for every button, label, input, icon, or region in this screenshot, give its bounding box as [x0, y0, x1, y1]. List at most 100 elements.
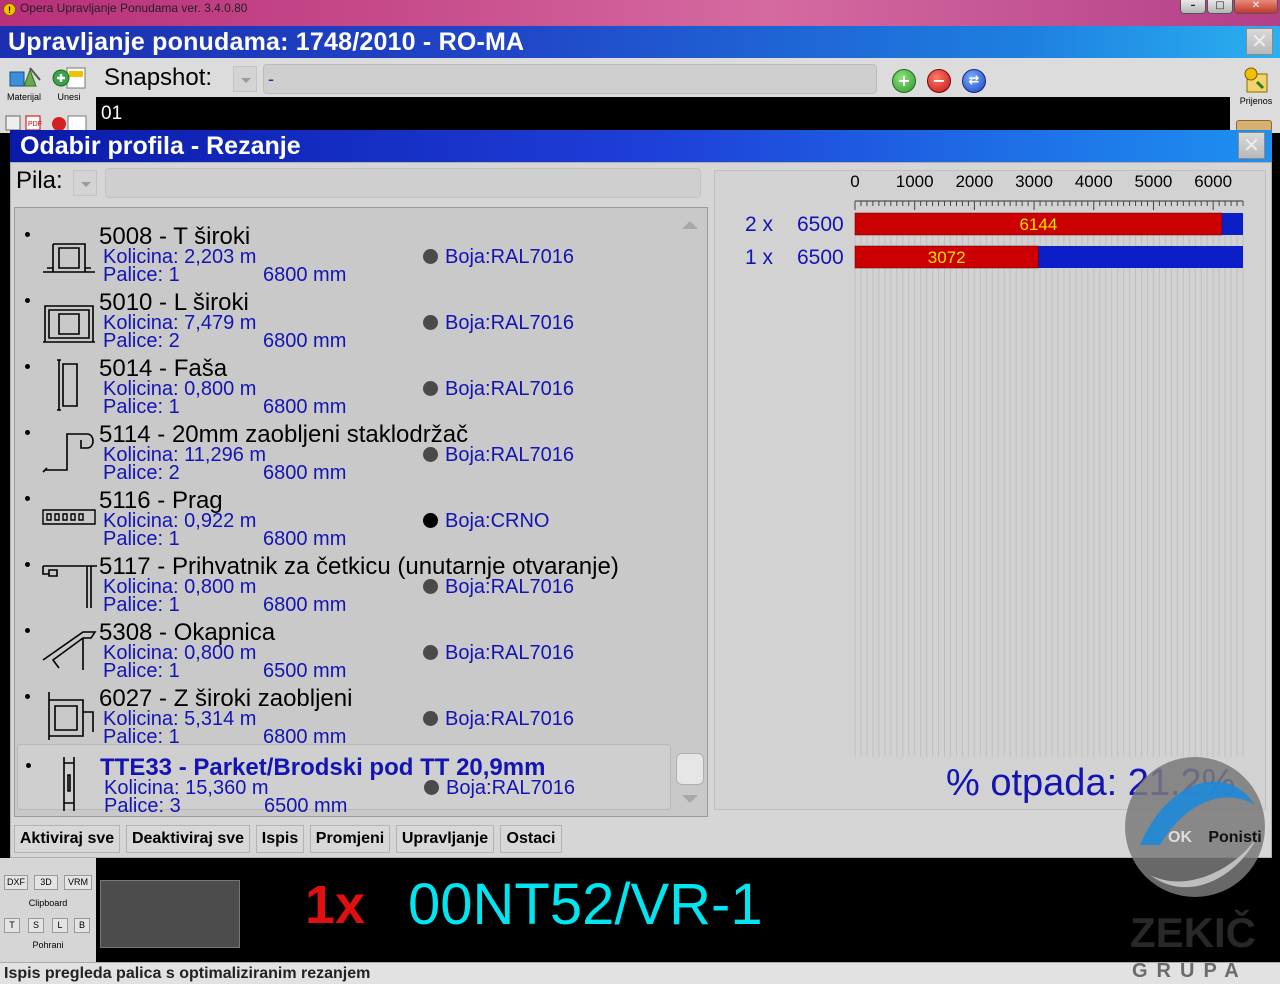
s-button[interactable]: S — [28, 918, 44, 933]
threshold-profile-icon — [42, 509, 96, 525]
clipboard-label: Clipboard — [28, 898, 68, 908]
color-swatch — [423, 579, 438, 594]
list-bullet — [25, 430, 30, 435]
cancel-button[interactable]: Ponisti — [1204, 825, 1266, 853]
remainders-button[interactable]: Ostaci — [500, 825, 562, 853]
list-item[interactable]: 5308 - Okapnica Kolicina: 0,800 m Palice… — [17, 610, 671, 682]
side-tools-panel: DXF 3D VRM Clipboard T S L B Pohrani — [0, 858, 96, 962]
scroll-down-icon[interactable] — [674, 785, 706, 815]
profile-bars: Palice: 3 — [104, 795, 181, 817]
drip-profile-icon — [42, 631, 97, 670]
parquet-profile-icon — [63, 757, 75, 811]
l-button[interactable]: L — [52, 918, 68, 933]
materijal-button[interactable]: Materijal — [2, 66, 46, 102]
svg-text:ZEKIČ: ZEKIČ — [1130, 908, 1256, 956]
maximize-button[interactable]: □ — [1207, 0, 1233, 14]
profile-color: Boja:RAL7016 — [445, 312, 574, 334]
pila-field[interactable] — [105, 168, 701, 198]
color-swatch — [424, 780, 439, 795]
transfer-icon — [1244, 67, 1268, 93]
color-swatch — [423, 645, 438, 660]
position-thumbnail — [100, 880, 240, 948]
os-titlebar: ! Opera Upravljanje Ponudama ver. 3.4.0.… — [0, 0, 1280, 26]
list-bullet — [25, 562, 30, 567]
list-item[interactable]: 5014 - Faša Kolicina: 0,800 m Palice: 1 … — [17, 346, 671, 418]
change-button[interactable]: Promjeni — [310, 825, 390, 853]
position-code: 00NT52/VR-1 — [408, 872, 763, 937]
profile-color: Boja:CRNO — [445, 510, 550, 532]
snapshot-field[interactable]: - — [263, 64, 877, 94]
list-item-selected[interactable]: TTE33 - Parket/Brodski pod TT 20,9mm Kol… — [17, 744, 671, 816]
cut-chart: 0 1000 2000 3000 4000 5000 6000 6144 2 x 6500 3072… — [745, 172, 1244, 757]
list-bullet — [26, 763, 31, 768]
fasa-profile-icon — [57, 359, 78, 411]
save-label[interactable]: Pohrani — [4, 940, 92, 950]
dialog-title: Odabir profila - Rezanje — [20, 132, 301, 160]
color-swatch — [423, 513, 438, 528]
swap-snapshot-button[interactable]: ⇄ — [962, 69, 986, 93]
scroll-up-icon[interactable] — [674, 209, 706, 239]
list-item[interactable]: 5114 - 20mm zaobljeni staklodržač Kolici… — [17, 412, 671, 484]
close-window-button[interactable]: ✕ — [1234, 0, 1278, 14]
3d-button[interactable]: 3D — [34, 875, 58, 890]
position-field[interactable]: 01 — [96, 97, 1230, 130]
status-bar: Ispis pregleda palica s optimaliziranim … — [0, 962, 1280, 984]
vrm-button[interactable]: VRM — [64, 875, 92, 890]
list-item[interactable]: 5117 - Prihvatnik za četkicu (unutarnje … — [17, 544, 671, 616]
x-tick-label: 1000 — [896, 172, 934, 191]
list-bullet — [25, 628, 30, 633]
add-entry-icon — [52, 67, 86, 89]
list-item[interactable]: 6027 - Z široki zaobljeni Kolicina: 5,31… — [17, 676, 671, 748]
minimize-button[interactable]: – — [1180, 0, 1206, 14]
bar-used-label: 6144 — [1019, 215, 1057, 234]
unesi-button[interactable]: Unesi — [48, 66, 90, 102]
os-window-title: Opera Upravljanje Ponudama ver. 3.4.0.80 — [20, 1, 248, 15]
row-count-label: 2 x — [745, 213, 774, 236]
activate-all-button[interactable]: Aktiviraj sve — [14, 825, 120, 853]
status-text: Ispis pregleda palica s optimaliziranim … — [4, 965, 371, 982]
list-scrollbar[interactable] — [674, 209, 706, 815]
t-button[interactable]: T — [4, 918, 20, 933]
profile-color: Boja:RAL7016 — [445, 708, 574, 730]
x-tick-label: 0 — [850, 172, 859, 191]
color-swatch — [423, 315, 438, 330]
x-tick-label: 6000 — [1194, 172, 1232, 191]
z-wide-profile-icon — [48, 692, 94, 740]
list-bullet — [25, 694, 30, 699]
ok-button[interactable]: OK — [1164, 825, 1196, 853]
svg-text:GRUPA: GRUPA — [1132, 960, 1248, 982]
color-swatch — [423, 249, 438, 264]
remove-snapshot-button[interactable]: − — [927, 69, 951, 93]
list-item[interactable]: 5010 - L široki Kolicina: 7,479 m Palice… — [17, 280, 671, 352]
x-tick-label: 4000 — [1075, 172, 1113, 191]
l-wide-profile-icon — [43, 305, 95, 343]
manage-button[interactable]: Upravljanje — [396, 825, 494, 853]
row-count-label: 1 x — [745, 246, 774, 269]
snapshot-dropdown-button[interactable] — [233, 66, 257, 92]
brush-holder-icon — [42, 565, 97, 608]
row-stock-label: 6500 — [797, 213, 844, 236]
materijal-label: Materijal — [6, 92, 41, 102]
b-button[interactable]: B — [74, 918, 90, 933]
profile-list: 5008 - T široki Kolicina: 2,203 m Palice… — [14, 207, 708, 817]
color-swatch — [423, 447, 438, 462]
main-window-titlebar: Upravljanje ponudama: 1748/2010 - RO-MA … — [0, 26, 1280, 58]
snapshot-label: Snapshot: — [104, 64, 213, 91]
company-logo: ZEKIČ GRUPA — [1125, 757, 1265, 982]
cut-chart-panel: 0 1000 2000 3000 4000 5000 6000 6144 2 x 6500 3072… — [714, 170, 1266, 810]
dialog-close-button[interactable]: ✕ — [1238, 132, 1265, 159]
dxf-button[interactable]: DXF — [4, 875, 28, 890]
print-button[interactable]: Ispis — [256, 825, 304, 853]
scroll-thumb[interactable] — [676, 753, 704, 785]
list-item[interactable]: 5008 - T široki Kolicina: 2,203 m Palice… — [17, 214, 671, 286]
list-item[interactable]: 5116 - Prag Kolicina: 0,922 m Palice: 1 … — [17, 478, 671, 550]
deactivate-all-button[interactable]: Deaktiviraj sve — [126, 825, 250, 853]
pila-dropdown-button[interactable] — [73, 170, 97, 196]
list-bullet — [25, 298, 30, 303]
main-close-button[interactable]: ✕ — [1246, 28, 1273, 55]
glazing-bead-icon — [42, 433, 94, 473]
add-snapshot-button[interactable]: + — [892, 69, 916, 93]
color-swatch — [423, 381, 438, 396]
profile-color: Boja:RAL7016 — [445, 246, 574, 268]
prijenos-button[interactable]: Prijenos — [1234, 66, 1278, 106]
